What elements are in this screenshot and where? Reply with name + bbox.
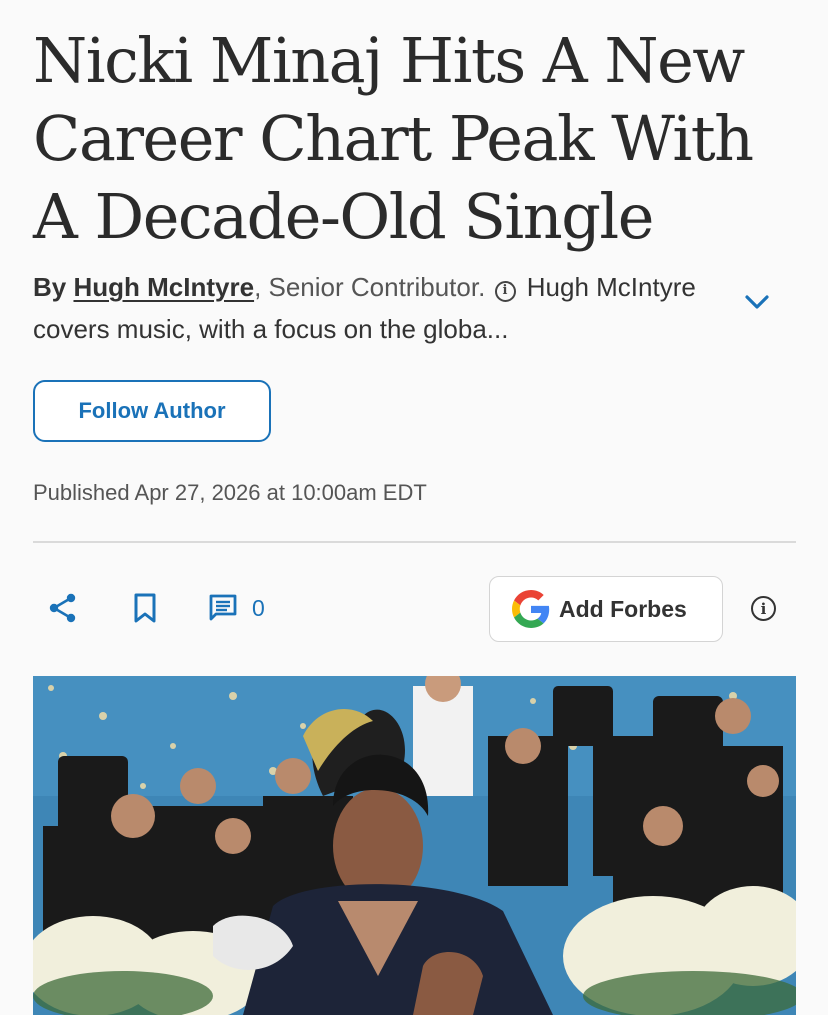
author-info-icon[interactable]: i [494, 280, 516, 302]
author-role: , Senior Contributor. [254, 272, 486, 302]
chevron-down-icon[interactable] [742, 290, 772, 314]
google-icon [512, 590, 550, 628]
hero-image [33, 676, 796, 1015]
bookmark-icon[interactable] [131, 592, 159, 624]
share-icon[interactable] [47, 592, 79, 624]
comment-count: 0 [252, 594, 265, 621]
author-link[interactable]: Hugh McIntyre [73, 272, 254, 302]
byline: By Hugh McIntyre, Senior Contributor. i … [33, 266, 713, 350]
add-forbes-button[interactable]: Add Forbes [489, 576, 723, 642]
comments-button[interactable]: 0 [208, 592, 265, 624]
info-icon[interactable]: i [751, 596, 776, 621]
divider [33, 541, 796, 543]
published-date: Published Apr 27, 2026 at 10:00am EDT [33, 480, 427, 505]
comment-icon [209, 594, 237, 621]
byline-prefix: By [33, 272, 67, 302]
follow-author-button[interactable]: Follow Author [33, 380, 271, 442]
article-headline: Nicki Minaj Hits A New Career Chart Peak… [33, 24, 754, 253]
add-forbes-label: Add Forbes [559, 595, 687, 622]
